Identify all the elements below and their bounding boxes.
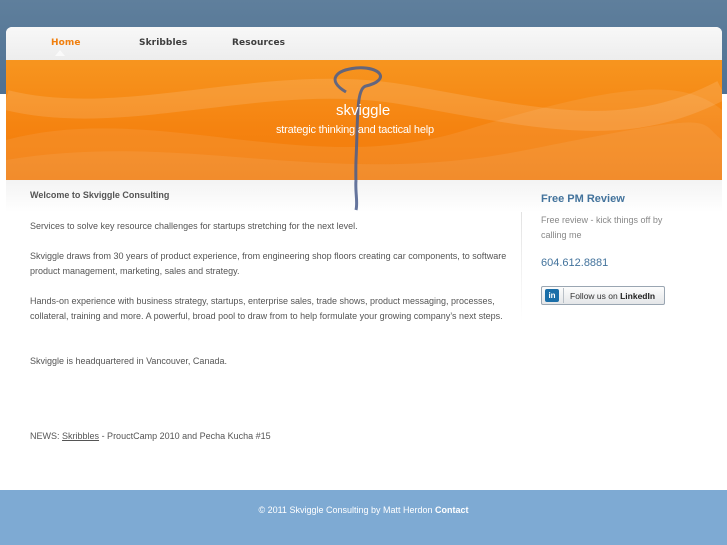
linkedin-button-label: Follow us on LinkedIn (570, 291, 655, 301)
sidebar-description: Free review - kick things off by calling… (541, 215, 663, 240)
phone-number: 604.612.8881 (541, 257, 609, 269)
services-paragraph: Hands-on experience with business strate… (30, 296, 503, 321)
news-prefix: NEWS: (30, 431, 60, 441)
copyright-text: © 2011 Skviggle Consulting by Matt Herdo… (258, 505, 433, 515)
site-logo-text[interactable]: skviggle (336, 102, 390, 119)
experience-paragraph: Skviggle draws from 30 years of product … (30, 251, 507, 276)
linkedin-label-text: Follow us on (570, 291, 618, 301)
page-title: Welcome to Skviggle Consulting (30, 190, 170, 200)
news-line: NEWS: Skribbles - ProuctCamp 2010 and Pe… (30, 431, 271, 441)
top-navigation: Home Skribbles Resources (6, 27, 722, 60)
location-paragraph: Skviggle is headquartered in Vancouver, … (30, 356, 227, 366)
news-text: - ProuctCamp 2010 and Pecha Kucha #15 (101, 431, 271, 441)
intro-paragraph: Services to solve key resource challenge… (30, 221, 358, 231)
site-tagline: strategic thinking and tactical help (276, 124, 434, 136)
sidebar-title: Free PM Review (541, 193, 625, 205)
linkedin-brand-text: LinkedIn (620, 291, 656, 301)
hero-banner: skviggle strategic thinking and tactical… (6, 60, 722, 180)
nav-item-skribbles[interactable]: Skribbles (139, 38, 187, 48)
linkedin-button-separator (563, 288, 564, 303)
page-footer: © 2011 Skviggle Consulting by Matt Herdo… (0, 490, 727, 545)
column-divider (521, 212, 522, 322)
banner-swirl-graphic (6, 66, 722, 180)
nav-active-indicator (55, 50, 65, 56)
nav-item-home[interactable]: Home (51, 38, 81, 48)
footer-text-line: © 2011 Skviggle Consulting by Matt Herdo… (0, 505, 727, 515)
linkedin-icon: in (545, 289, 559, 302)
nav-item-resources[interactable]: Resources (232, 38, 285, 48)
footer-contact-link[interactable]: Contact (435, 505, 469, 515)
linkedin-follow-button[interactable]: in Follow us on LinkedIn (541, 286, 665, 305)
news-skribbles-link[interactable]: Skribbles (62, 431, 99, 441)
